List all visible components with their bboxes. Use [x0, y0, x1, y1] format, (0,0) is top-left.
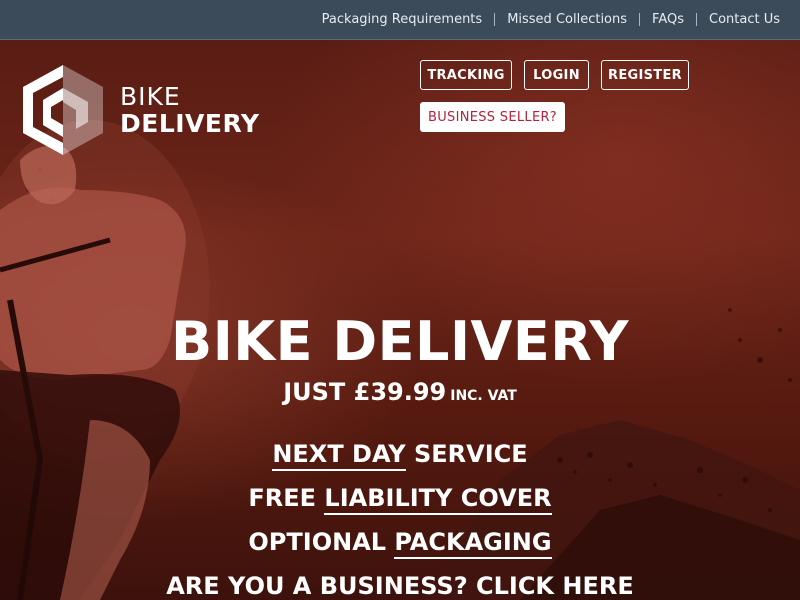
nav-separator — [639, 13, 641, 26]
logo-line-1: BIKE — [120, 82, 181, 111]
feature-text: OPTIONAL — [248, 528, 395, 556]
hero-banner: BIKE DELIVERY TRACKING LOGIN REGISTER BU… — [0, 40, 800, 600]
liability-cover-link[interactable]: LIABILITY COVER — [324, 484, 552, 515]
hero-price: JUST £39.99 INC. VAT — [0, 378, 800, 406]
price-vat-note: INC. VAT — [450, 388, 517, 404]
top-navigation-bar: Packaging Requirements Missed Collection… — [0, 0, 800, 40]
feature-text: ARE YOU A BUSINESS? — [166, 572, 476, 600]
register-button[interactable]: REGISTER — [601, 60, 689, 90]
logo-wordmark: BIKE DELIVERY — [120, 84, 259, 136]
click-here-link[interactable]: CLICK HERE — [475, 572, 634, 600]
nav-separator — [696, 13, 697, 26]
box-logo-icon — [23, 65, 103, 155]
nav-link-faqs[interactable]: FAQs — [652, 12, 684, 27]
feature-next-day: NEXT DAY SERVICE — [0, 440, 800, 471]
login-button[interactable]: LOGIN — [524, 60, 589, 90]
feature-packaging: OPTIONAL PACKAGING — [0, 528, 800, 559]
packaging-link[interactable]: PACKAGING — [394, 528, 552, 559]
feature-liability-cover: FREE LIABILITY COVER — [0, 484, 800, 515]
nav-link-missed-collections[interactable]: Missed Collections — [507, 12, 627, 27]
feature-text: SERVICE — [405, 440, 528, 468]
feature-text: FREE — [248, 484, 325, 512]
bike-delivery-logo[interactable]: BIKE DELIVERY — [18, 60, 259, 160]
tracking-button[interactable]: TRACKING — [420, 60, 512, 90]
price-amount: JUST £39.99 — [283, 378, 447, 406]
nav-link-packaging-requirements[interactable]: Packaging Requirements — [322, 12, 483, 27]
business-seller-button[interactable]: BUSINESS SELLER? — [420, 102, 565, 132]
logo-line-2: DELIVERY — [120, 109, 260, 138]
nav-link-contact-us[interactable]: Contact Us — [709, 12, 780, 27]
next-day-link[interactable]: NEXT DAY — [272, 440, 406, 471]
feature-business: ARE YOU A BUSINESS? CLICK HERE — [0, 572, 800, 600]
nav-separator — [494, 13, 496, 26]
hero-title: BIKE DELIVERY — [171, 310, 629, 373]
